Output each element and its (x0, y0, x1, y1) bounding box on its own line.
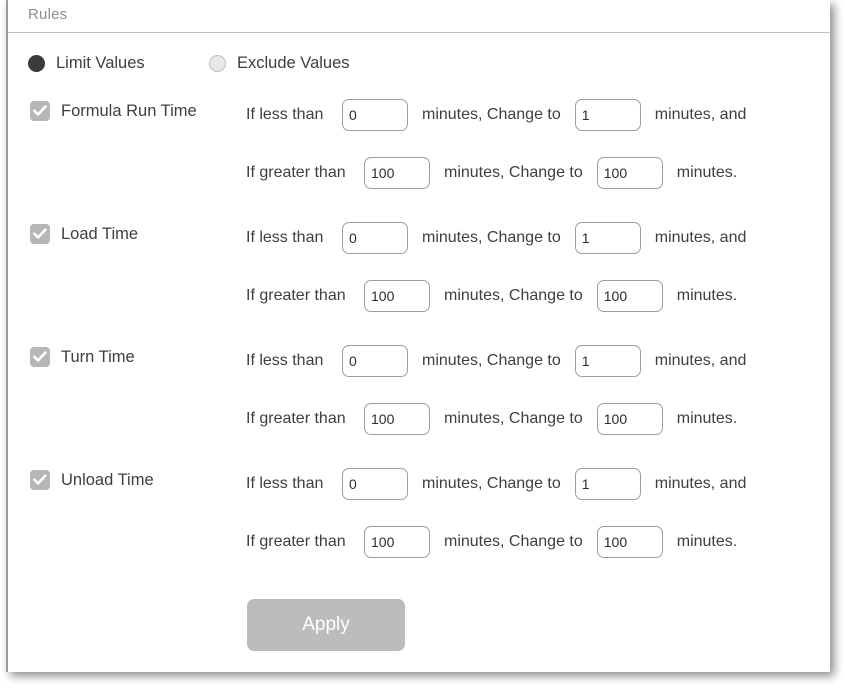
rule-checkbox-turn-time[interactable]: Turn Time (30, 347, 135, 367)
condition-middle-label: minutes, Change to (444, 533, 583, 550)
rule-label: Load Time (61, 224, 139, 243)
rule-label: Formula Run Time (61, 101, 197, 120)
condition-prefix-label: If greater than (246, 533, 346, 550)
radio-option-exclude-values[interactable]: Exclude Values (209, 49, 350, 77)
condition-suffix-label: minutes. (676, 533, 738, 550)
rule-condition-greater-than: If greater than minutes, Change to minut… (246, 526, 737, 558)
rule-row: Unload Time If less than minutes, Change… (8, 460, 830, 580)
condition-suffix-label: minutes, and (654, 106, 747, 123)
apply-button[interactable]: Apply (247, 599, 405, 651)
greater-than-change-to-input[interactable] (596, 526, 663, 558)
condition-suffix-label: minutes, and (654, 352, 747, 369)
radio-option-limit-values[interactable]: Limit Values (28, 49, 145, 77)
less-than-threshold-input[interactable] (342, 468, 408, 500)
less-than-change-to-input[interactable] (574, 99, 641, 131)
less-than-change-to-input[interactable] (574, 345, 641, 377)
greater-than-threshold-input[interactable] (364, 403, 430, 435)
rule-row: Turn Time If less than minutes, Change t… (8, 337, 830, 457)
checkmark-icon (30, 101, 50, 121)
radio-label-limit-values: Limit Values (56, 53, 145, 72)
rule-checkbox-unload-time[interactable]: Unload Time (30, 470, 154, 490)
rule-checkbox-formula-run-time[interactable]: Formula Run Time (30, 101, 197, 121)
checkmark-icon (30, 470, 50, 490)
rules-panel: Rules Limit Values Exclude Values Formul… (6, 0, 830, 672)
condition-suffix-label: minutes. (676, 164, 738, 181)
rule-row: Formula Run Time If less than minutes, C… (8, 91, 830, 211)
rule-condition-greater-than: If greater than minutes, Change to minut… (246, 157, 737, 189)
rule-label: Unload Time (61, 470, 154, 489)
condition-middle-label: minutes, Change to (422, 352, 561, 369)
condition-middle-label: minutes, Change to (444, 410, 583, 427)
greater-than-threshold-input[interactable] (364, 280, 430, 312)
panel-body: Limit Values Exclude Values Formula Run … (8, 33, 830, 672)
condition-prefix-label: If less than (246, 106, 324, 123)
condition-prefix-label: If less than (246, 352, 324, 369)
greater-than-change-to-input[interactable] (596, 403, 663, 435)
condition-suffix-label: minutes, and (654, 475, 747, 492)
rule-row: Load Time If less than minutes, Change t… (8, 214, 830, 334)
greater-than-change-to-input[interactable] (596, 157, 663, 189)
condition-prefix-label: If greater than (246, 410, 346, 427)
page-title: Rules (28, 6, 68, 23)
rule-condition-less-than: If less than minutes, Change to minutes,… (246, 99, 746, 131)
condition-middle-label: minutes, Change to (444, 287, 583, 304)
greater-than-change-to-input[interactable] (596, 280, 663, 312)
greater-than-threshold-input[interactable] (364, 157, 430, 189)
rule-checkbox-load-time[interactable]: Load Time (30, 224, 138, 244)
condition-middle-label: minutes, Change to (444, 164, 583, 181)
condition-prefix-label: If greater than (246, 164, 346, 181)
rule-condition-less-than: If less than minutes, Change to minutes,… (246, 345, 746, 377)
condition-prefix-label: If less than (246, 475, 324, 492)
checkmark-icon (30, 347, 50, 367)
less-than-threshold-input[interactable] (342, 222, 408, 254)
checkmark-icon (30, 224, 50, 244)
less-than-change-to-input[interactable] (574, 468, 641, 500)
rule-condition-less-than: If less than minutes, Change to minutes,… (246, 468, 746, 500)
rule-condition-greater-than: If greater than minutes, Change to minut… (246, 403, 737, 435)
greater-than-threshold-input[interactable] (364, 526, 430, 558)
rules-panel-screen: Rules Limit Values Exclude Values Formul… (0, 0, 851, 693)
rule-condition-greater-than: If greater than minutes, Change to minut… (246, 280, 737, 312)
panel-header: Rules (8, 0, 830, 33)
less-than-threshold-input[interactable] (342, 345, 408, 377)
less-than-change-to-input[interactable] (574, 222, 641, 254)
radio-label-exclude-values: Exclude Values (237, 53, 350, 72)
condition-middle-label: minutes, Change to (422, 475, 561, 492)
condition-middle-label: minutes, Change to (422, 229, 561, 246)
less-than-threshold-input[interactable] (342, 99, 408, 131)
rule-label: Turn Time (61, 347, 135, 366)
condition-prefix-label: If greater than (246, 287, 346, 304)
condition-prefix-label: If less than (246, 229, 324, 246)
radio-unselected-icon (209, 54, 226, 72)
condition-middle-label: minutes, Change to (422, 106, 561, 123)
condition-suffix-label: minutes. (676, 287, 738, 304)
condition-suffix-label: minutes. (676, 410, 738, 427)
rule-condition-less-than: If less than minutes, Change to minutes,… (246, 222, 746, 254)
condition-suffix-label: minutes, and (654, 229, 747, 246)
radio-selected-icon (28, 54, 45, 72)
